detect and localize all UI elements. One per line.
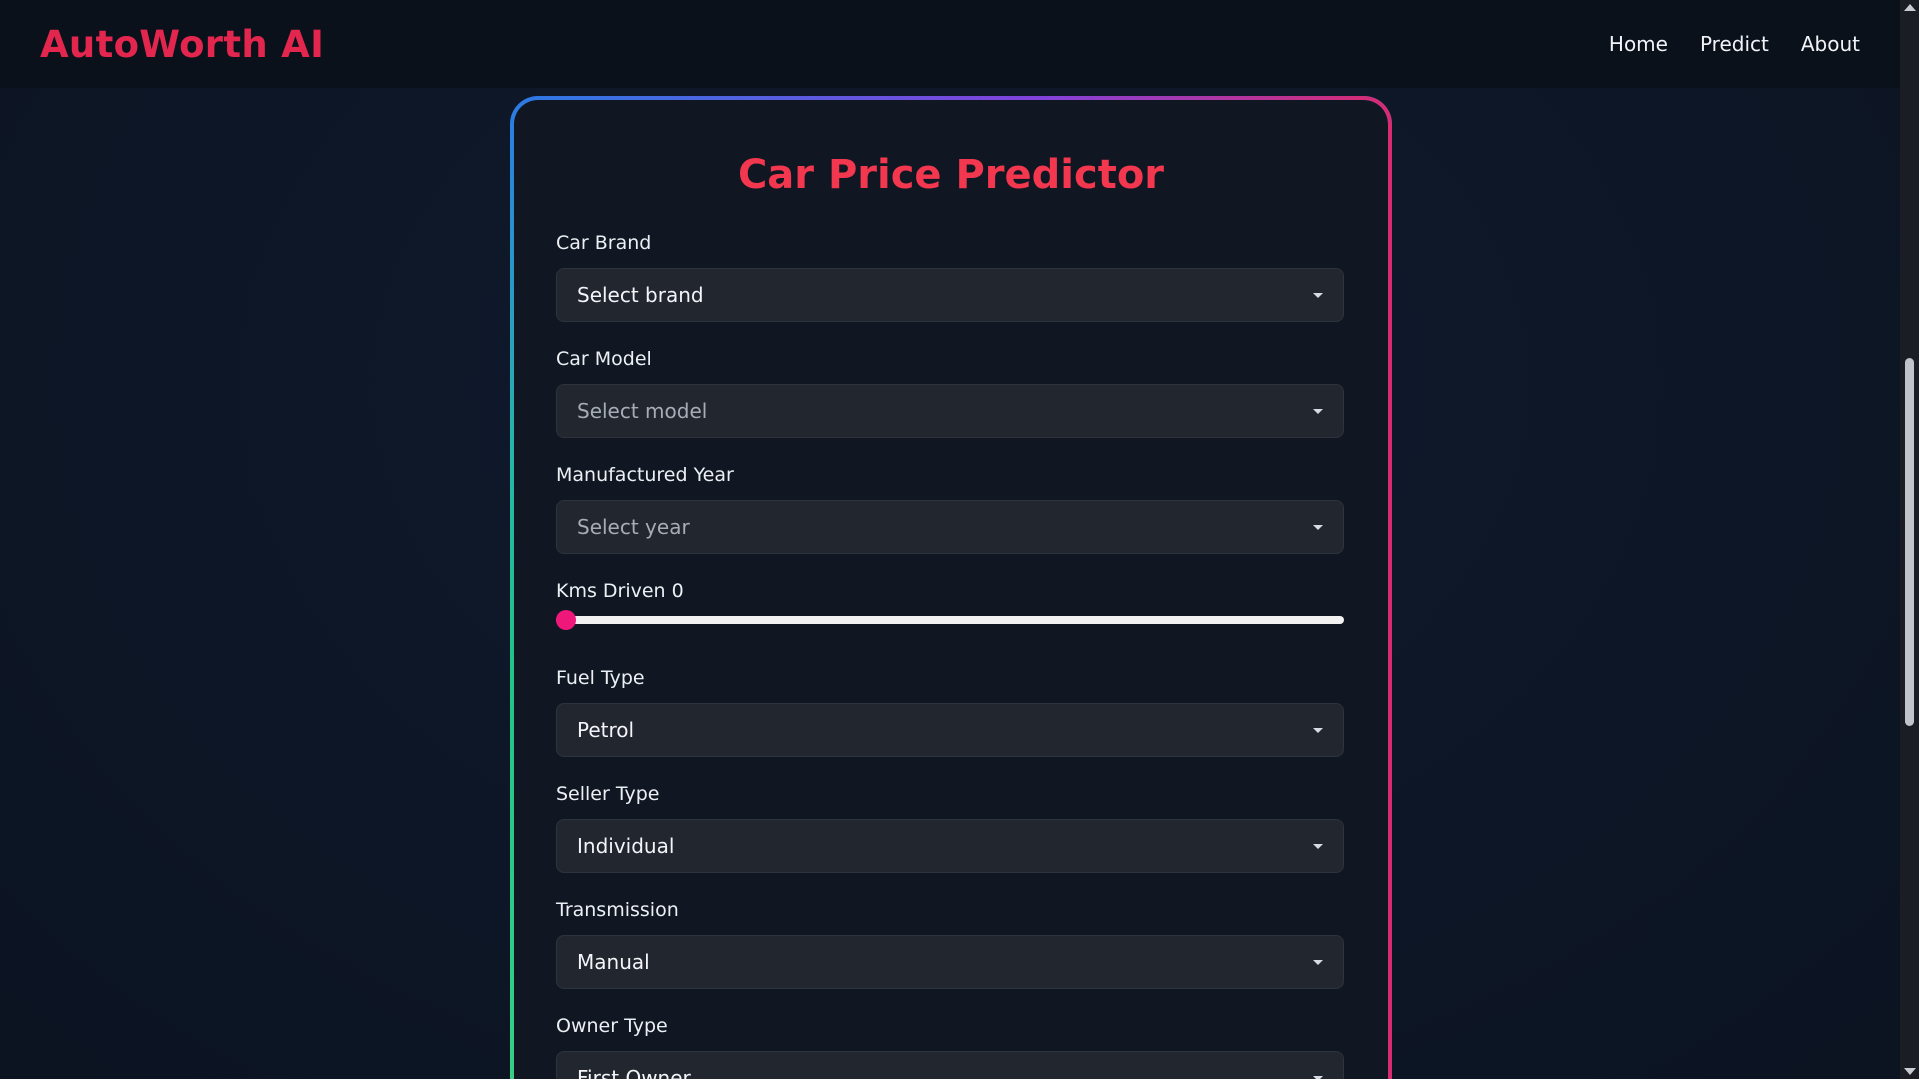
predictor-card-border: Car Price Predictor Car Brand Select bra… bbox=[510, 96, 1392, 1079]
kms-label: Kms Driven 0 bbox=[556, 580, 684, 602]
owner-select-value: First Owner bbox=[577, 1066, 691, 1079]
page-title: Car Price Predictor bbox=[737, 152, 1165, 198]
fuel-label: Fuel Type bbox=[556, 667, 645, 689]
year-field: Manufactured Year Select year bbox=[556, 464, 1344, 554]
brand-select[interactable]: Select brand bbox=[556, 268, 1344, 322]
chevron-down-icon bbox=[1313, 408, 1323, 414]
predictor-card: Car Price Predictor Car Brand Select bra… bbox=[514, 100, 1388, 1079]
brand-label: Car Brand bbox=[556, 232, 652, 254]
fuel-select-value: Petrol bbox=[577, 718, 635, 742]
chevron-down-icon bbox=[1313, 843, 1323, 849]
fuel-select[interactable]: Petrol bbox=[556, 703, 1344, 757]
transmission-field: Transmission Manual bbox=[556, 899, 1344, 989]
brand-logo[interactable]: AutoWorth AI bbox=[40, 23, 324, 66]
kms-field: Kms Driven 0 bbox=[556, 580, 1344, 630]
model-select[interactable]: Select model bbox=[556, 384, 1344, 438]
model-select-value: Select model bbox=[577, 399, 708, 423]
seller-label: Seller Type bbox=[556, 783, 660, 805]
seller-select-value: Individual bbox=[577, 834, 675, 858]
transmission-select[interactable]: Manual bbox=[556, 935, 1344, 989]
chevron-down-icon bbox=[1313, 524, 1323, 530]
chevron-down-icon bbox=[1313, 959, 1323, 965]
scroll-down-icon[interactable] bbox=[1904, 1068, 1916, 1075]
seller-field: Seller Type Individual bbox=[556, 783, 1344, 873]
fuel-field: Fuel Type Petrol bbox=[556, 667, 1344, 757]
chevron-down-icon bbox=[1313, 1075, 1323, 1079]
nav-link-home[interactable]: Home bbox=[1609, 32, 1668, 56]
seller-select[interactable]: Individual bbox=[556, 819, 1344, 873]
brand-field: Car Brand Select brand bbox=[556, 232, 1344, 322]
year-label: Manufactured Year bbox=[556, 464, 734, 486]
owner-select[interactable]: First Owner bbox=[556, 1051, 1344, 1079]
scroll-up-icon[interactable] bbox=[1904, 4, 1916, 11]
chevron-down-icon bbox=[1313, 727, 1323, 733]
scrollbar-thumb[interactable] bbox=[1905, 358, 1914, 726]
owner-label: Owner Type bbox=[556, 1015, 668, 1037]
kms-slider[interactable] bbox=[556, 610, 1344, 630]
chevron-down-icon bbox=[1313, 292, 1323, 298]
brand-select-value: Select brand bbox=[577, 283, 704, 307]
kms-slider-handle[interactable] bbox=[556, 610, 576, 630]
year-select-value: Select year bbox=[577, 515, 690, 539]
nav-links: Home Predict About bbox=[1609, 32, 1860, 56]
nav-link-about[interactable]: About bbox=[1801, 32, 1860, 56]
year-select[interactable]: Select year bbox=[556, 500, 1344, 554]
model-label: Car Model bbox=[556, 348, 652, 370]
page-scrollbar[interactable] bbox=[1900, 0, 1919, 1079]
nav-link-predict[interactable]: Predict bbox=[1700, 32, 1769, 56]
transmission-label: Transmission bbox=[556, 899, 679, 921]
top-navbar: AutoWorth AI Home Predict About bbox=[0, 0, 1900, 88]
owner-field: Owner Type First Owner bbox=[556, 1015, 1344, 1079]
model-field: Car Model Select model bbox=[556, 348, 1344, 438]
transmission-select-value: Manual bbox=[577, 950, 650, 974]
